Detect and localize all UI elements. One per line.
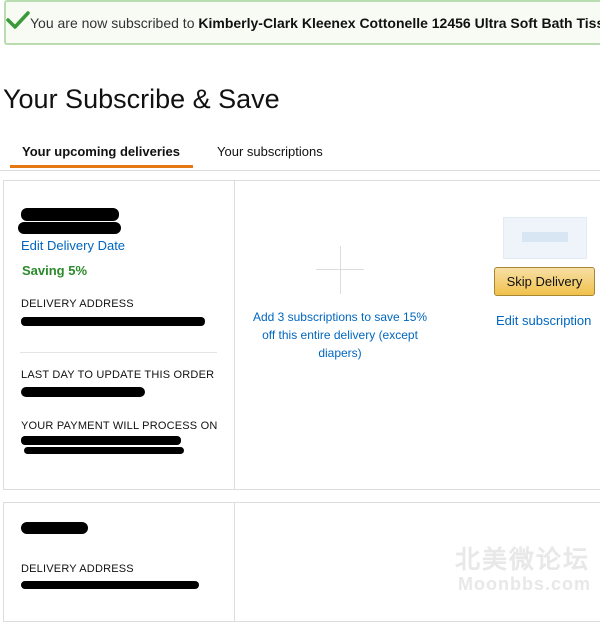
redacted-address xyxy=(21,581,199,589)
redacted-last-day xyxy=(21,387,145,397)
divider xyxy=(20,352,217,353)
delivery-address-label: DELIVERY ADDRESS xyxy=(21,563,134,575)
delivery-details: DELIVERY ADDRESS xyxy=(4,503,235,621)
promo-message[interactable]: Add 3 subscriptions to save 15% off this… xyxy=(250,308,430,362)
delivery-address-label: DELIVERY ADDRESS xyxy=(21,298,134,310)
redacted-date xyxy=(18,222,121,234)
payment-label: YOUR PAYMENT WILL PROCESS ON xyxy=(21,420,218,432)
alert-product-name: Kimberly-Clark Kleenex Cottonelle 12456 … xyxy=(198,14,600,31)
checkmark-icon xyxy=(6,10,30,35)
redacted-date xyxy=(21,208,119,221)
tab-upcoming-deliveries[interactable]: Your upcoming deliveries xyxy=(22,144,180,159)
watermark: 北美微论坛 xyxy=(455,546,591,574)
delivery-details: Edit Delivery Date Saving 5% DELIVERY AD… xyxy=(4,181,235,489)
redacted-payment-date xyxy=(21,436,181,445)
add-subscription-plus-icon[interactable] xyxy=(316,269,364,270)
add-subscription-plus-icon[interactable] xyxy=(340,246,341,294)
alert-prefix: You are now subscribed to xyxy=(30,14,199,31)
last-day-label: LAST DAY TO UPDATE THIS ORDER xyxy=(21,369,215,381)
redacted-address xyxy=(21,317,205,326)
redacted-date xyxy=(21,522,88,534)
subscription-success-alert: You are now subscribed to Kimberly-Clark… xyxy=(4,0,600,45)
tab-subscriptions[interactable]: Your subscriptions xyxy=(217,144,323,159)
edit-subscription-link[interactable]: Edit subscription xyxy=(496,313,591,328)
active-tab-indicator xyxy=(10,165,193,168)
product-thumbnail[interactable] xyxy=(503,217,587,259)
watermark: Moonbbs.com xyxy=(458,574,591,594)
redacted-payment-date xyxy=(24,447,184,454)
saving-badge: Saving 5% xyxy=(22,263,88,278)
page-title: Your Subscribe & Save xyxy=(3,84,280,114)
edit-delivery-date-link[interactable]: Edit Delivery Date xyxy=(21,238,125,253)
alert-message: You are now subscribed to Kimberly-Clark… xyxy=(30,15,600,31)
skip-delivery-button[interactable]: Skip Delivery xyxy=(494,267,595,296)
